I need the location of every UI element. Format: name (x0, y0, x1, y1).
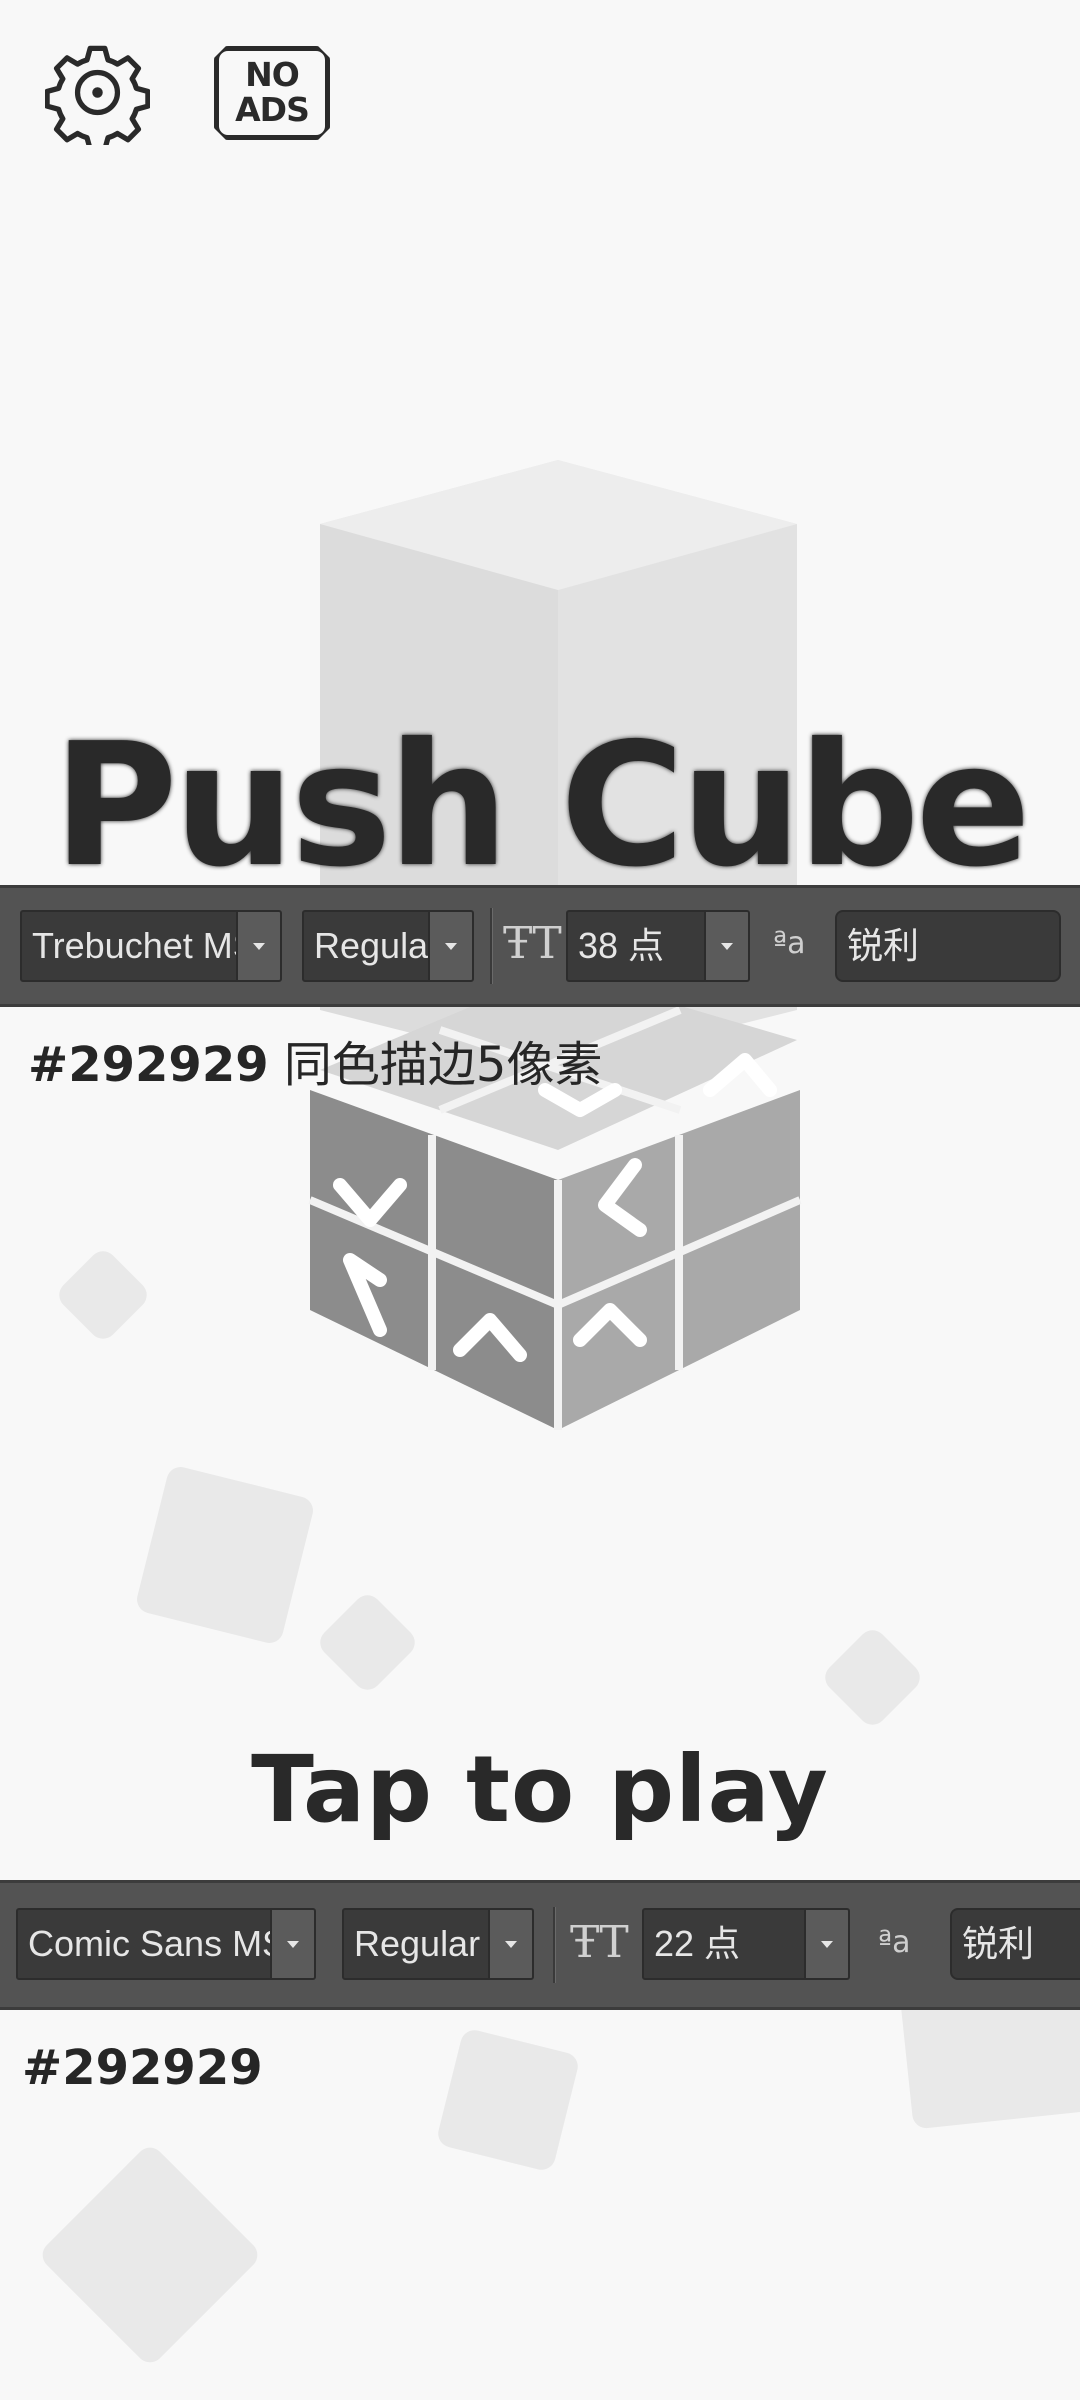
settings-button[interactable] (44, 40, 151, 152)
font-toolbar-top: Trebuchet MS Regular ŦT 38 点 ªa 锐利 (0, 885, 1080, 1007)
deco-tile (314, 1589, 421, 1696)
font-family-value: Trebuchet MS (32, 925, 257, 966)
chevron-down-icon (804, 1910, 848, 1978)
chevron-down-icon (270, 1910, 314, 1978)
chevron-down-icon (236, 912, 280, 980)
font-size-value: 22 点 (654, 1923, 741, 1964)
antialias-icon: ªa (773, 926, 806, 961)
font-toolbar-bottom: Comic Sans MS Regular ŦT 22 点 ªa 锐利 (0, 1880, 1080, 2010)
chevron-down-icon (488, 1910, 532, 1978)
deco-tile (134, 1464, 316, 1646)
antialias-icon: ªa (878, 1925, 911, 1960)
font-size-icon: ŦT (503, 918, 562, 969)
toolbar-divider (553, 1907, 556, 1983)
font-style-select[interactable]: Regular (342, 1908, 534, 1980)
gear-icon (44, 45, 151, 152)
chevron-down-icon (428, 912, 472, 980)
tap-to-play-button[interactable]: Tap to play (0, 1735, 1080, 1845)
stroke-description: 同色描边5像素 (283, 1037, 603, 1093)
antialias-select[interactable]: 锐利 (950, 1908, 1080, 1980)
antialias-select[interactable]: 锐利 (835, 910, 1061, 982)
game-screen: NO ADS Push Cube Trebuchet MS Regular ŦT… (0, 0, 1080, 2400)
toolbar-divider (490, 908, 493, 984)
chevron-down-icon (704, 912, 748, 980)
font-size-value: 38 点 (578, 925, 665, 966)
font-style-value: Regular (354, 1923, 481, 1964)
deco-tile (53, 1245, 153, 1345)
no-ads-line1: NO (245, 55, 300, 94)
font-style-select[interactable]: Regular (302, 910, 474, 982)
antialias-value: 锐利 (962, 1923, 1035, 1964)
stroke-note: #292929 同色描边5像素 (28, 1035, 602, 1095)
font-family-value: Comic Sans MS (28, 1923, 287, 1964)
deco-tile (36, 2141, 264, 2369)
no-ads-line2: ADS (235, 90, 310, 129)
antialias-value: 锐利 (847, 925, 920, 966)
color-note: #292929 (22, 2038, 263, 2098)
font-size-icon: ŦT (570, 1917, 629, 1968)
font-family-select[interactable]: Comic Sans MS (16, 1908, 316, 1980)
font-family-select[interactable]: Trebuchet MS (20, 910, 282, 982)
deco-tile (819, 1624, 926, 1731)
deco-tile (435, 2027, 581, 2173)
game-title: Push Cube (53, 707, 1031, 905)
no-ads-button[interactable]: NO ADS (214, 46, 330, 140)
color-hex: #292929 (22, 2040, 263, 2096)
stroke-hex: #292929 (28, 1037, 269, 1093)
font-size-select[interactable]: 22 点 (642, 1908, 850, 1980)
font-size-select[interactable]: 38 点 (566, 910, 750, 982)
font-style-value: Regular (314, 925, 441, 966)
